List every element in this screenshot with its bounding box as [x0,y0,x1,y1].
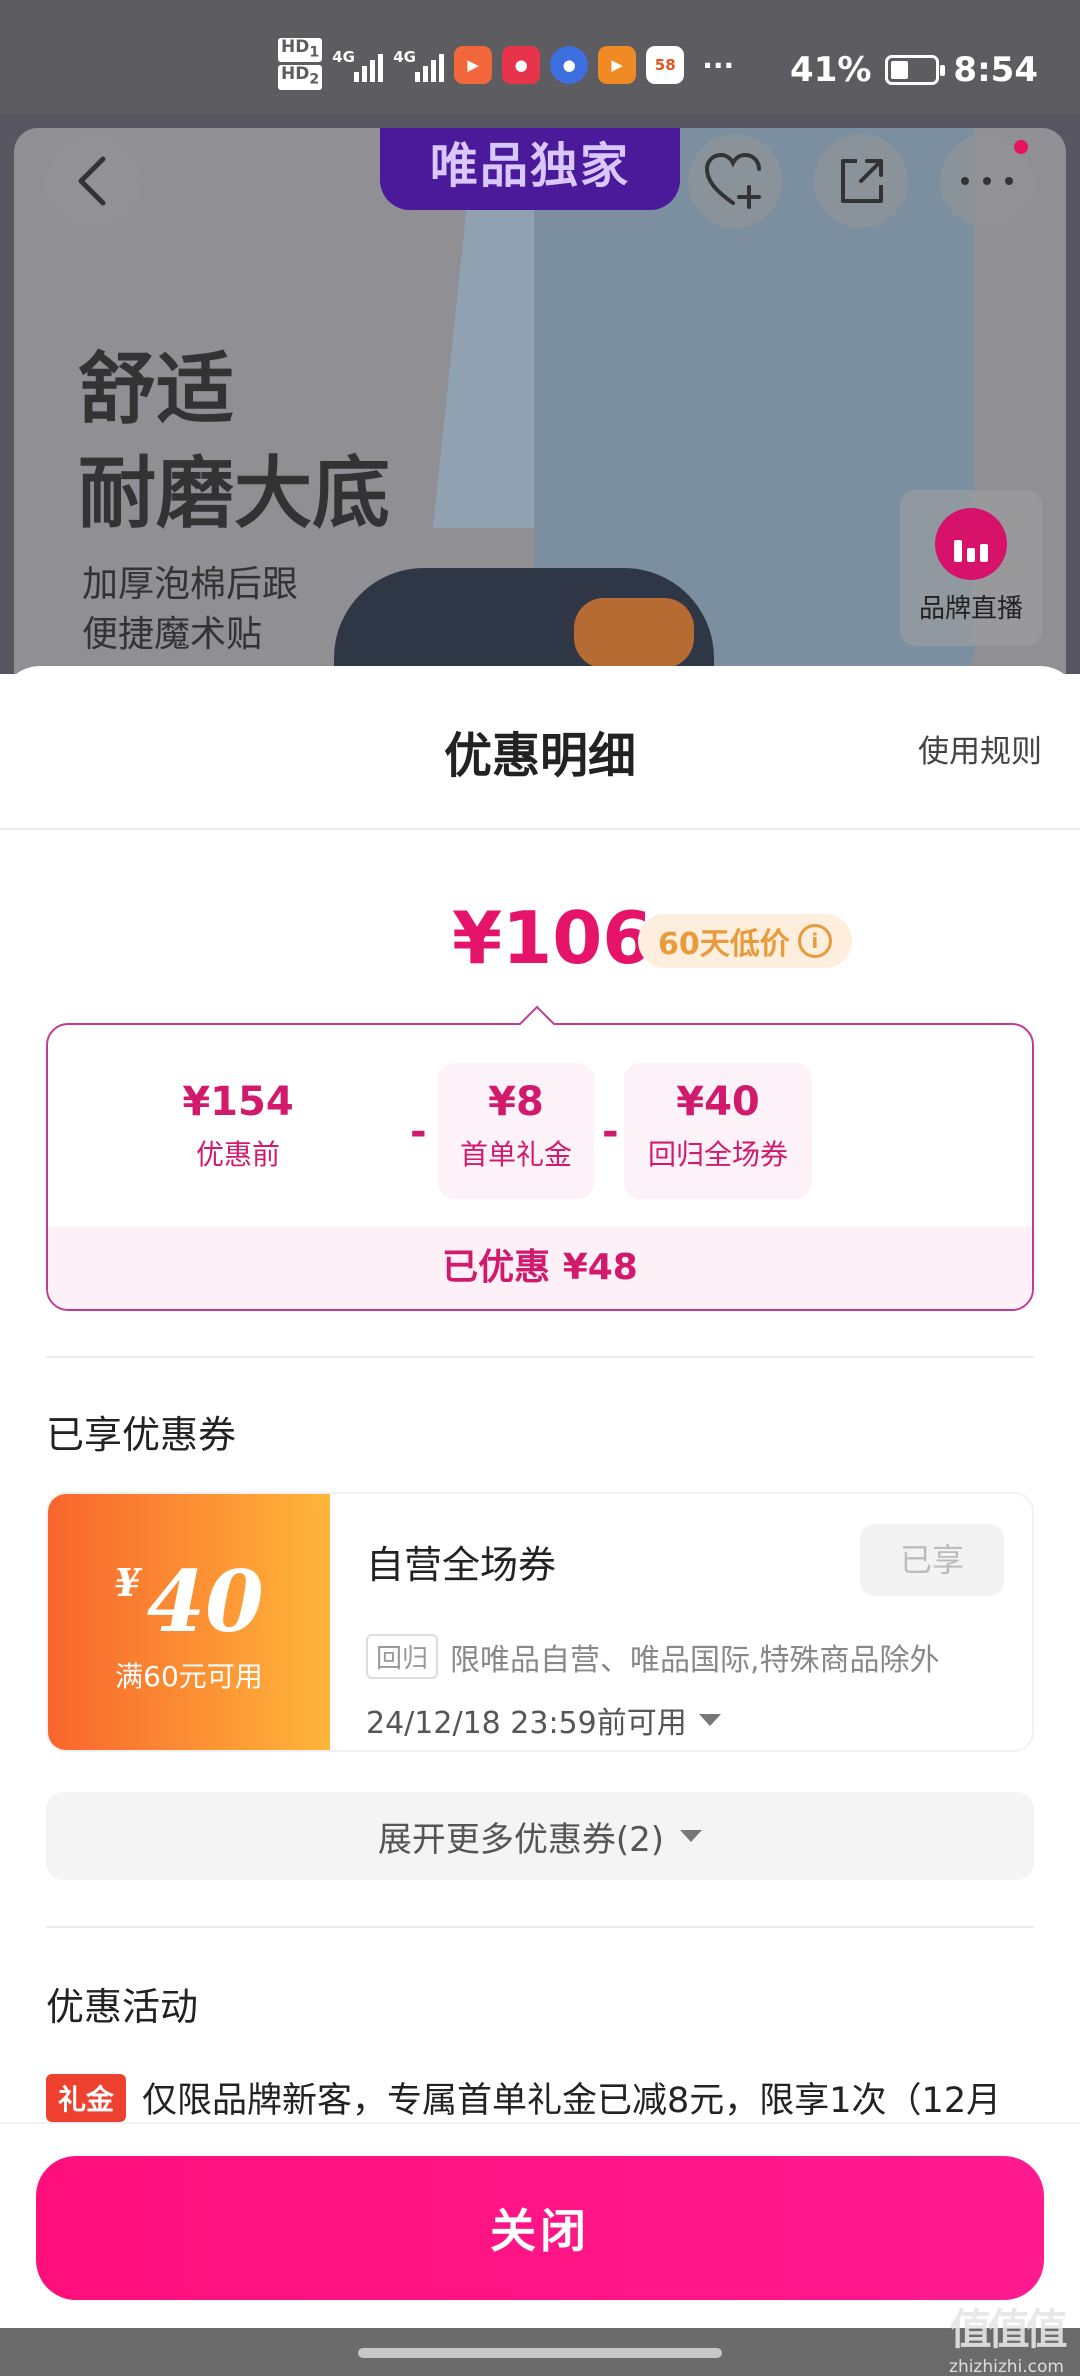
header-divider [0,828,1080,830]
promo-text: 仅限品牌新客，专属首单礼金已减8元，限享1次（12月 [142,2081,1002,2121]
58-app-icon: 58 [646,46,685,85]
final-price: ¥106 [452,896,653,980]
lowest-price-tag[interactable]: 60天低价 i [638,914,852,968]
promo-tag: 礼金 [46,2073,127,2122]
notification-dot [1014,140,1028,154]
breakdown-coupon: ¥40 回归全场券 [624,1063,812,1199]
hd-indicator: HD1 HD2 [278,38,323,93]
coupon-expiry[interactable]: 24/12/18 23:59前可用 [366,1698,721,1742]
back-arrow-icon [78,156,106,206]
bilibili-app-icon: ▶ [454,46,493,85]
coupon-status-button[interactable]: 已享 [860,1524,1004,1596]
watermark: 值值值 zhizhizhi.com [949,2296,1068,2376]
coupon-edge [326,1494,336,1750]
hd1-label: HD1 [278,38,323,63]
live-bars-icon [935,508,1007,580]
watermark-logo: 值值值 [949,2305,1068,2354]
pig-app-icon: ● [502,46,541,85]
watermark-site: zhizhizhi.com [949,2357,1064,2376]
brand-live-button[interactable]: 品牌直播 [900,490,1042,646]
battery-percent: 41% [790,50,872,90]
coupon-name: 自营全场券 [366,1543,557,1587]
coupon-value-block: ¥40 满60元可用 [48,1494,330,1750]
coupon-condition: 满60元可用 [115,1660,263,1693]
coupon-description: 回归 限唯品自营、唯品国际,特殊商品除外 [366,1634,940,1679]
back-button[interactable] [46,134,140,228]
coupon-scope: 限唯品自营、唯品国际,特殊商品除外 [450,1642,940,1678]
chevron-down-icon [680,1830,703,1842]
heart-plus-icon [705,153,761,209]
coupons-section-title: 已享优惠券 [46,1413,237,1457]
close-button[interactable]: 关闭 [36,2156,1044,2300]
promo-item: 礼金 仅限品牌新客，专属首单礼金已减8元，限享1次（12月 [46,2072,1001,2123]
status-bar: HD1 HD2 4G 4G ▶ ● ● ▶ 58 ··· 41% 8:54 [0,0,1080,114]
info-icon: i [797,924,832,958]
more-menu-button[interactable] [940,134,1034,228]
play-app-icon: ▶ [598,46,637,85]
price-breakdown: ¥154 优惠前 - ¥8 首单礼金 - ¥40 回归全场券 已优惠 ¥48 [46,1023,1034,1311]
hero-title: 舒适 耐磨大底 [78,345,391,539]
blue-ball-app-icon: ● [550,46,589,85]
lowest-price-label: 60天低价 [658,927,790,962]
battery-icon [885,55,946,85]
discount-detail-sheet: 优惠明细 使用规则 ¥106 60天低价 i ¥154 优惠前 - ¥8 首单礼… [0,666,1080,2376]
breakdown-gift-money: ¥8 首单礼金 [438,1063,594,1199]
more-dots-icon [961,177,1013,185]
system-nav-bar [0,2328,1080,2376]
activities-section-title: 优惠活动 [46,1985,199,2029]
coupon-amount: ¥40 [114,1552,264,1651]
chevron-down-icon [698,1714,721,1726]
total-saved: 已优惠 ¥48 [48,1227,1032,1309]
product-hero: 舒适 耐磨大底 加厚泡棉后跟 便捷魔术贴 唯品独家 品牌直播 [0,114,1080,674]
usage-rules-link[interactable]: 使用规则 [918,726,1042,771]
favorite-button[interactable] [688,134,782,228]
signal-icon: 4G [332,48,384,83]
signal-icon-2: 4G [393,48,445,83]
section-divider [46,1926,1034,1928]
share-icon [841,159,883,203]
expand-more-coupons-button[interactable]: 展开更多优惠券(2) [46,1792,1034,1880]
status-right: 41% 8:54 [790,50,1038,90]
coupon-card[interactable]: ¥40 满60元可用 自营全场券 已享 回归 限唯品自营、唯品国际,特殊商品除外… [46,1492,1034,1752]
exclusive-banner: 唯品独家 [380,128,680,210]
clock: 8:54 [953,50,1038,90]
minus-sign: - [602,1109,619,1155]
expand-label: 展开更多优惠券(2) [377,1819,665,1860]
hero-subtitle: 加厚泡棉后跟 便捷魔术贴 [82,564,299,655]
status-left: HD1 HD2 4G 4G ▶ ● ● ▶ 58 ··· [278,38,734,93]
coupon-tag: 回归 [366,1634,439,1679]
minus-sign: - [410,1109,427,1155]
home-gesture-handle[interactable] [358,2348,722,2358]
hd2-label: HD2 [278,65,323,90]
section-divider [46,1356,1034,1358]
share-button[interactable] [814,134,908,228]
breakdown-original: ¥154 优惠前 [182,1079,294,1171]
more-notifications-icon: ··· [702,48,735,82]
brand-live-label: 品牌直播 [918,594,1023,624]
